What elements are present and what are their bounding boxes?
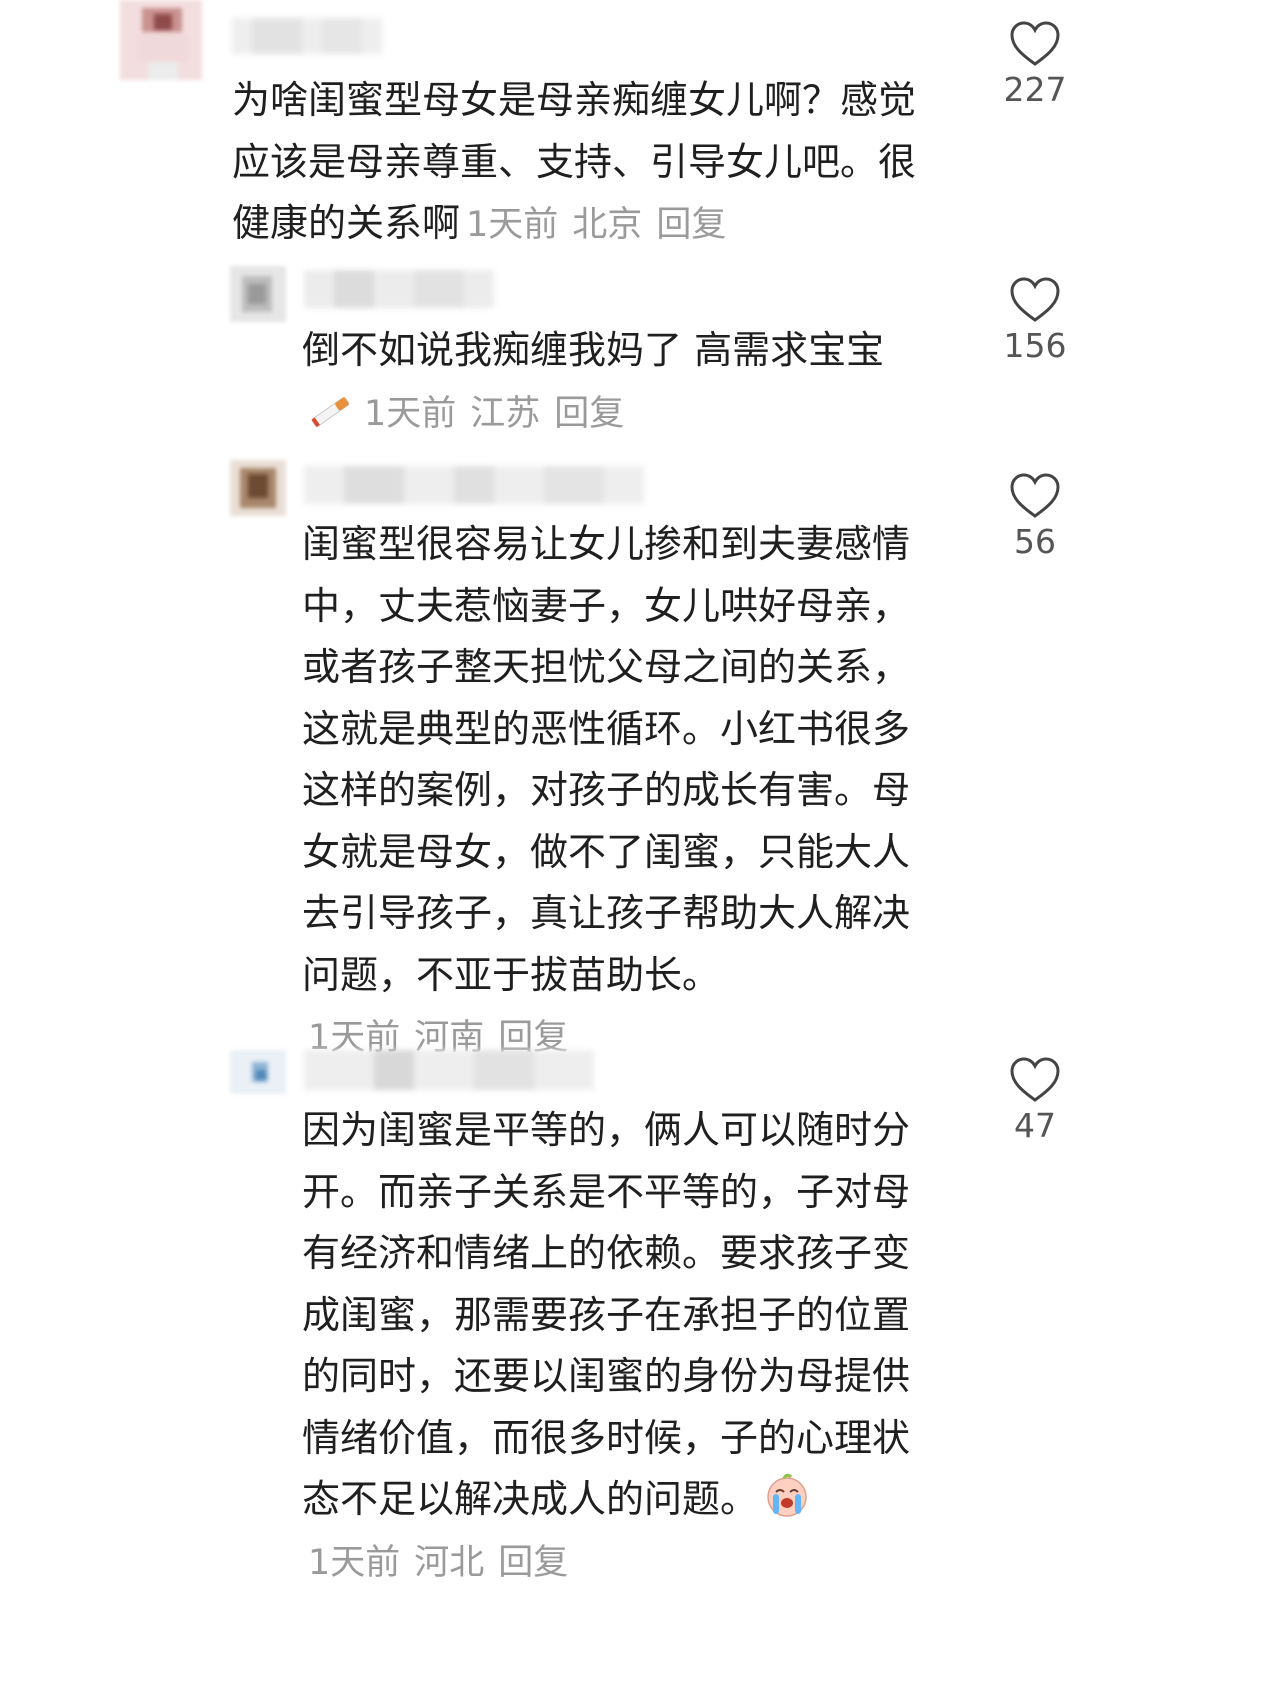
comment-text: 闺蜜型很容易让女儿掺和到夫妻感情中，丈夫惹恼妻子，女儿哄好母亲，或者孩子整天担忧… [302, 514, 942, 1070]
heart-outline-icon [1010, 277, 1060, 322]
like-button[interactable]: 156 [980, 276, 1090, 365]
comment-meta: 1天前 河北 回复 [302, 1543, 568, 1583]
heart-outline-icon [1010, 473, 1060, 518]
reply-button[interactable]: 回复 [498, 1543, 568, 1583]
comment-time: 1天前 [364, 393, 457, 434]
comment-location: 北京 [572, 205, 643, 245]
comment-text: 为啥闺蜜型母女是母亲痴缠女儿啊？感觉应该是母亲尊重、支持、引导女儿吧。很健康的关… [232, 70, 952, 257]
username-blurred[interactable] [304, 1050, 594, 1090]
comment-time: 1天前 [466, 205, 559, 245]
username-blurred[interactable] [304, 270, 494, 308]
username-blurred[interactable] [304, 466, 644, 504]
comment-meta: 1天前 江苏 回复 [358, 394, 624, 434]
avatar[interactable] [230, 460, 286, 516]
comment-body: 因为闺蜜是平等的，俩人可以随时分开。而亲子关系是不平等的，子对母有经济和情绪上的… [302, 1108, 911, 1521]
comment-location: 江苏 [470, 393, 541, 434]
comment-1: 为啥闺蜜型母女是母亲痴缠女儿啊？感觉应该是母亲尊重、支持、引导女儿吧。很健康的关… [0, 0, 1279, 250]
cigarette-emoji [311, 396, 350, 427]
like-count: 56 [1014, 522, 1056, 561]
avatar[interactable] [120, 0, 202, 80]
comment-time: 1天前 [308, 1542, 401, 1583]
username-blurred[interactable] [232, 18, 382, 54]
reply-button[interactable]: 回复 [656, 205, 726, 245]
comment-2: 倒不如说我痴缠我妈了 高需求宝宝 1天前 江苏 回复 156 [0, 262, 1279, 442]
comment-body: 闺蜜型很容易让女儿掺和到夫妻感情中，丈夫惹恼妻子，女儿哄好母亲，或者孩子整天担忧… [302, 522, 911, 997]
like-count: 227 [1003, 70, 1067, 109]
comment-location: 河北 [414, 1542, 485, 1583]
comment-4: 因为闺蜜是平等的，俩人可以随时分开。而亲子关系是不平等的，子对母有经济和情绪上的… [0, 1044, 1279, 1706]
avatar[interactable] [230, 1050, 286, 1094]
heart-outline-icon [1010, 21, 1060, 66]
comment-body: 倒不如说我痴缠我妈了 高需求宝宝 [302, 328, 885, 372]
like-button[interactable]: 47 [980, 1056, 1090, 1145]
like-count: 47 [1014, 1106, 1056, 1145]
comment-text: 倒不如说我痴缠我妈了 高需求宝宝 1天前 江苏 回复 [302, 320, 942, 445]
reply-button[interactable]: 回复 [554, 394, 624, 434]
comment-3: 闺蜜型很容易让女儿掺和到夫妻感情中，丈夫惹恼妻子，女儿哄好母亲，或者孩子整天担忧… [0, 456, 1279, 1058]
like-count: 156 [1003, 326, 1067, 365]
heart-outline-icon [1010, 1057, 1060, 1102]
comment-meta: 1天前 北京 回复 [460, 205, 726, 245]
like-button[interactable]: 227 [980, 20, 1090, 109]
avatar[interactable] [230, 266, 286, 322]
crying-emoji [767, 1473, 807, 1517]
comment-text: 因为闺蜜是平等的，俩人可以随时分开。而亲子关系是不平等的，子对母有经济和情绪上的… [302, 1100, 942, 1594]
like-button[interactable]: 56 [980, 472, 1090, 561]
